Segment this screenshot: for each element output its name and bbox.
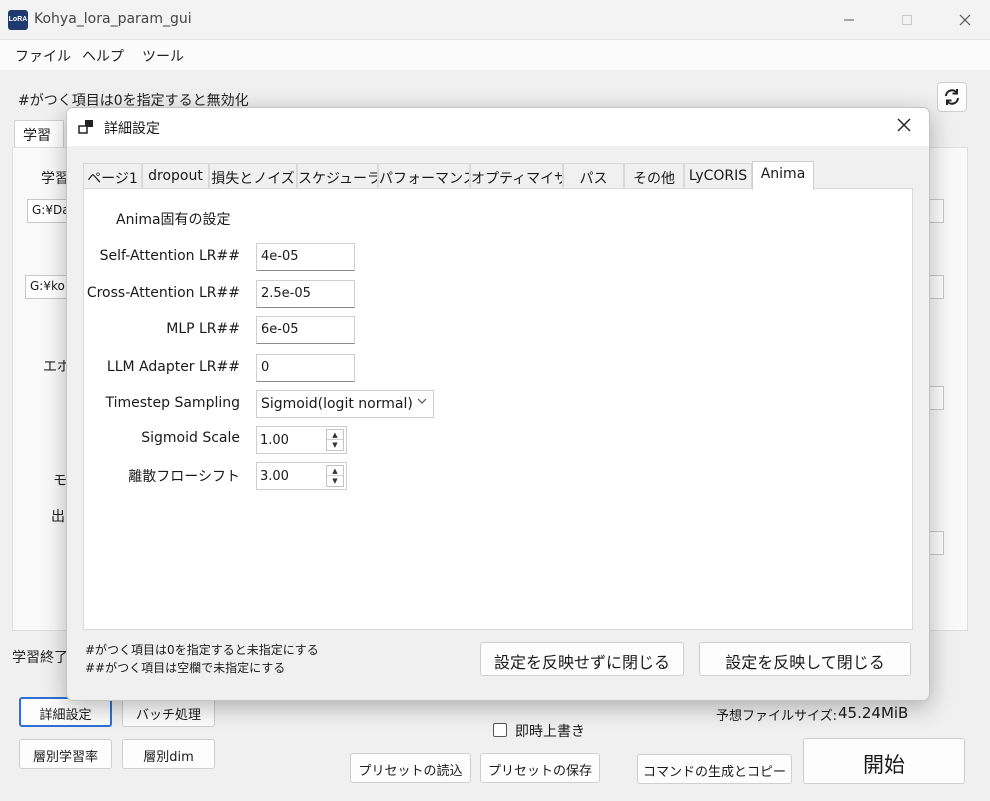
estimated-size-value: 45.24MiB [838, 704, 909, 722]
spin-up-icon[interactable]: ▲ [327, 466, 343, 476]
detail-settings-dialog: 詳細設定 ページ1 dropout 損失とノイズ スケジューラ パフォーマンス … [66, 107, 930, 701]
refresh-button[interactable] [937, 82, 967, 112]
discrete-flow-shift-value: 3.00 [260, 469, 289, 484]
select-edge[interactable] [929, 386, 944, 410]
estimated-size-label: 予想ファイルサイズ: [716, 709, 837, 724]
dialog-title-bar: 詳細設定 [67, 108, 929, 146]
menu-bar: ファイル ヘルプ ツール [0, 40, 990, 70]
cross-attention-label: Cross-Attention LR## [86, 285, 240, 301]
tab-lycoris[interactable]: LyCORIS [684, 163, 752, 189]
discrete-flow-shift-spinbox[interactable]: 3.00 ▲ ▼ [256, 462, 347, 490]
tab-performance[interactable]: パフォーマンス [378, 163, 470, 189]
maximize-button[interactable] [884, 4, 930, 36]
app-icon: LoRA [8, 10, 28, 30]
section-title: Anima固有の設定 [116, 212, 231, 228]
dialog-close-button[interactable] [897, 116, 911, 137]
label-end: 学習終了 [12, 650, 68, 666]
spin-up-icon[interactable]: ▲ [327, 430, 343, 440]
immediate-overwrite-checkbox[interactable] [493, 723, 507, 737]
start-button[interactable]: 開始 [803, 738, 965, 784]
timestep-sampling-value: Sigmoid(logit normal) [261, 396, 413, 412]
label-learn: 学習 [41, 171, 69, 187]
minimize-icon [844, 19, 854, 21]
label-model: モ [53, 473, 67, 489]
timestep-sampling-label: Timestep Sampling [105, 395, 240, 411]
tab-dropout[interactable]: dropout [142, 163, 209, 189]
close-window-button[interactable] [942, 4, 988, 36]
save-preset-button[interactable]: プリセットの保存 [480, 753, 600, 783]
batch-button[interactable]: バッチ処理 [122, 697, 215, 727]
title-bar: LoRA Kohya_lora_param_gui [0, 0, 990, 40]
dialog-title: 詳細設定 [104, 121, 160, 137]
cross-attention-input[interactable]: 2.5e-05 [256, 280, 355, 308]
tab-path[interactable]: パス [563, 163, 624, 189]
tab-loss-noise[interactable]: 損失とノイズ [209, 163, 297, 189]
close-with-apply-button[interactable]: 設定を反映して閉じる [699, 642, 911, 676]
layer-lr-button[interactable]: 層別学習率 [19, 739, 112, 769]
llm-adapter-input[interactable]: 0 [256, 354, 355, 382]
detail-settings-button[interactable]: 詳細設定 [19, 697, 112, 727]
label-output: 出 [51, 509, 65, 525]
close-icon [959, 14, 971, 26]
sigmoid-scale-value: 1.00 [260, 433, 289, 448]
self-attention-input[interactable]: 4e-05 [256, 243, 355, 271]
refresh-icon [945, 89, 959, 105]
maximize-icon [902, 15, 912, 25]
dialog-tab-bar: ページ1 dropout 損失とノイズ スケジューラ パフォーマンス オプティマ… [83, 161, 913, 190]
mlp-input[interactable]: 6e-05 [256, 316, 355, 344]
generate-command-button[interactable]: コマンドの生成とコピー [637, 754, 792, 784]
discrete-flow-shift-stepper: ▲ ▼ [326, 465, 344, 487]
dialog-note-2: ##がつく項目は空欄で未指定にする [85, 661, 286, 675]
sigmoid-scale-spinbox[interactable]: 1.00 ▲ ▼ [256, 426, 347, 454]
anima-settings-panel: Anima固有の設定 Self-Attention LR## 4e-05 Cro… [83, 188, 913, 630]
window-title: Kohya_lora_param_gui [34, 11, 192, 27]
immediate-overwrite-label: 即時上書き [515, 724, 585, 740]
menu-file[interactable]: ファイル [15, 46, 71, 66]
self-attention-label: Self-Attention LR## [99, 248, 240, 264]
discrete-flow-shift-label: 離散フローシフト [128, 469, 240, 485]
menu-help[interactable]: ヘルプ [82, 46, 124, 66]
sigmoid-scale-label: Sigmoid Scale [141, 430, 240, 446]
sigmoid-scale-stepper: ▲ ▼ [326, 429, 344, 451]
minimize-button[interactable] [826, 4, 872, 36]
layer-dim-button[interactable]: 層別dim [122, 739, 215, 769]
data-path-input-edge[interactable] [929, 199, 944, 223]
timestep-sampling-select[interactable]: Sigmoid(logit normal) [256, 390, 434, 418]
close-icon [897, 118, 911, 132]
tab-other[interactable]: その他 [624, 163, 684, 189]
spin-down-icon[interactable]: ▼ [327, 440, 343, 450]
tab-page1[interactable]: ページ1 [83, 163, 142, 189]
tab-scheduler[interactable]: スケジューラ [297, 163, 378, 189]
close-without-apply-button[interactable]: 設定を反映せずに閉じる [480, 642, 684, 676]
output-path-input-edge[interactable] [929, 275, 944, 299]
mlp-label: MLP LR## [166, 321, 240, 337]
tab-anima[interactable]: Anima [752, 161, 814, 190]
chevron-down-icon [416, 395, 428, 410]
output-input-edge[interactable] [929, 531, 944, 555]
load-preset-button[interactable]: プリセットの読込 [350, 753, 471, 783]
tab-learning[interactable]: 学習 [14, 120, 64, 148]
dialog-note-1: #がつく項目は0を指定すると未指定にする [85, 643, 319, 657]
tab-optimizer[interactable]: オプティマイザ [470, 163, 563, 189]
window-icon [78, 120, 93, 134]
llm-adapter-label: LLM Adapter LR## [106, 359, 240, 375]
menu-tools[interactable]: ツール [142, 46, 184, 66]
spin-down-icon[interactable]: ▼ [327, 476, 343, 486]
